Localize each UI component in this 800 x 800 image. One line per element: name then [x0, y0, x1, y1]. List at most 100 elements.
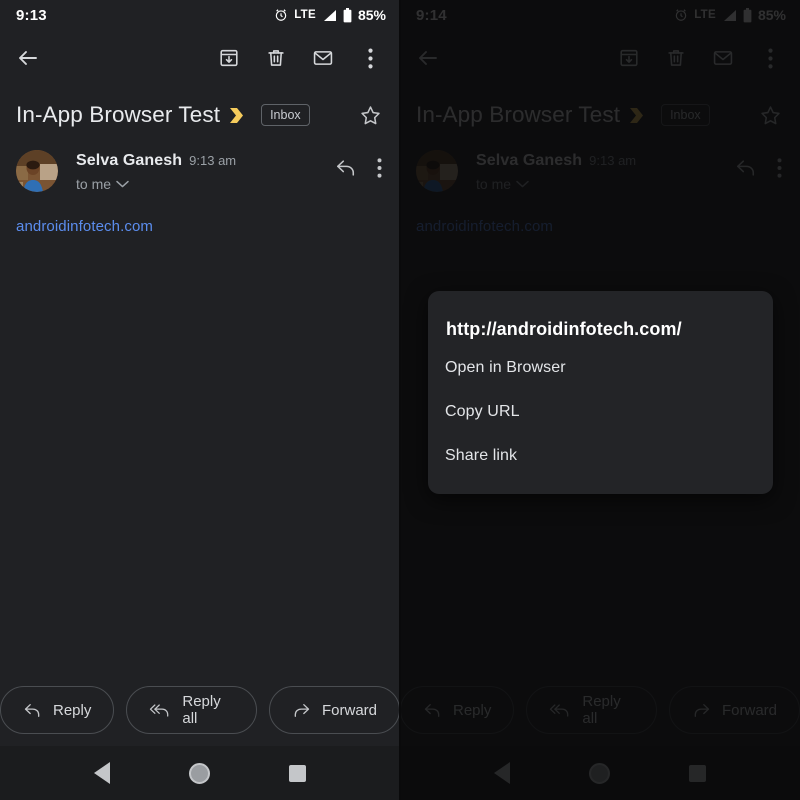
sender-row: Selva Ganesh 9:13 am to me: [0, 134, 400, 192]
dialog-item-open-in-browser[interactable]: Open in Browser: [428, 346, 773, 390]
recipient-line[interactable]: to me: [76, 176, 236, 192]
nav-back-icon[interactable]: [493, 762, 510, 784]
sender-name[interactable]: Selva Ganesh: [76, 152, 182, 170]
more-vertical-icon[interactable]: [756, 44, 784, 72]
nav-home-icon[interactable]: [588, 762, 610, 784]
archive-icon[interactable]: [215, 44, 243, 72]
status-bar: 9:14 LTE 85%: [400, 0, 800, 30]
battery-percent-label: 85%: [357, 7, 386, 23]
sender-meta: Selva Ganesh 9:13 am to me: [476, 150, 636, 192]
label-chip-inbox[interactable]: Inbox: [661, 104, 710, 126]
android-nav-bar: [400, 746, 800, 800]
dialog-url-title: http://androidinfotech.com/: [446, 319, 682, 339]
alarm-icon: [674, 8, 688, 22]
reply-action-bar: Reply Reply all Forward: [0, 674, 400, 746]
battery-icon: [743, 7, 752, 23]
reply-all-button[interactable]: Reply all: [526, 686, 657, 734]
toolbar-actions: [615, 44, 788, 72]
subject-row: In-App Browser Test Inbox: [0, 86, 400, 134]
back-arrow-icon[interactable]: [414, 44, 442, 72]
sender-actions: [735, 150, 786, 178]
more-vertical-icon[interactable]: [777, 158, 782, 178]
avatar[interactable]: [16, 150, 58, 192]
message-body-link[interactable]: androidinfotech.com: [416, 218, 553, 235]
reply-arrow-icon[interactable]: [735, 158, 757, 178]
reply-all-button-label: Reply all: [582, 693, 621, 727]
link-context-dialog: http://androidinfotech.com/ Open in Brow…: [428, 291, 773, 494]
status-bar-time: 9:14: [416, 6, 447, 24]
nav-home-icon[interactable]: [188, 762, 210, 784]
recipient-label: to me: [476, 176, 512, 192]
battery-percent-label: 85%: [757, 7, 786, 23]
star-outline-icon[interactable]: [759, 104, 786, 127]
alarm-icon: [274, 8, 288, 22]
sender-meta: Selva Ganesh 9:13 am to me: [76, 150, 236, 192]
dialog-item-copy-url[interactable]: Copy URL: [428, 390, 773, 434]
reply-button[interactable]: Reply: [400, 686, 515, 734]
forward-button-label: Forward: [321, 701, 377, 719]
status-bar-icons: LTE 85%: [274, 7, 386, 23]
star-outline-icon[interactable]: [359, 104, 386, 127]
label-chip-inbox[interactable]: Inbox: [261, 104, 310, 126]
network-type-label: LTE: [694, 9, 716, 21]
nav-back-icon[interactable]: [93, 762, 110, 784]
reply-all-icon: [149, 702, 171, 719]
trash-icon[interactable]: [662, 44, 690, 72]
dialog-item-share-link[interactable]: Share link: [428, 434, 773, 478]
forward-button[interactable]: Forward: [268, 686, 400, 734]
reply-all-button-label: Reply all: [182, 693, 221, 727]
right-screen: 9:14 LTE 85% In-App Browser Test Inbox S…: [400, 0, 800, 800]
app-toolbar: [0, 30, 400, 86]
reply-button[interactable]: Reply: [0, 686, 115, 734]
important-chevron-icon[interactable]: [229, 107, 249, 124]
forward-button[interactable]: Forward: [668, 686, 800, 734]
message-body: androidinfotech.com: [0, 192, 400, 236]
sender-row: Selva Ganesh 9:13 am to me: [400, 134, 800, 192]
app-toolbar: [400, 30, 800, 86]
back-arrow-icon[interactable]: [14, 44, 42, 72]
more-vertical-icon[interactable]: [356, 44, 384, 72]
reply-button-label: Reply: [453, 701, 492, 719]
message-body: androidinfotech.com: [400, 192, 800, 236]
recipient-line[interactable]: to me: [476, 176, 636, 192]
status-bar: 9:13 LTE 85%: [0, 0, 400, 30]
status-bar-icons: LTE 85%: [674, 7, 786, 23]
page-title: In-App Browser Test: [416, 102, 621, 127]
sender-name[interactable]: Selva Ganesh: [476, 152, 582, 170]
page-title: In-App Browser Test: [16, 102, 221, 127]
sender-line: Selva Ganesh 9:13 am: [476, 152, 636, 170]
nav-recents-icon[interactable]: [689, 764, 707, 782]
reply-arrow-icon[interactable]: [335, 158, 357, 178]
message-body-link[interactable]: androidinfotech.com: [16, 218, 153, 235]
toolbar-actions: [215, 44, 388, 72]
archive-icon[interactable]: [615, 44, 643, 72]
trash-icon[interactable]: [262, 44, 290, 72]
dual-screenshot-stage: 9:13 LTE 85% In-App Browser Test Inbox S…: [0, 0, 800, 800]
signal-icon: [322, 9, 337, 22]
left-screen: 9:13 LTE 85% In-App Browser Test Inbox S…: [0, 0, 400, 800]
signal-icon: [722, 9, 737, 22]
battery-icon: [343, 7, 352, 23]
sender-timestamp: 9:13 am: [589, 153, 637, 168]
forward-icon: [292, 702, 311, 719]
chevron-down-icon[interactable]: [516, 180, 529, 188]
reply-icon: [23, 702, 42, 719]
forward-icon: [692, 702, 711, 719]
panel-divider: [399, 0, 401, 800]
more-vertical-icon[interactable]: [377, 158, 382, 178]
mail-icon[interactable]: [709, 44, 737, 72]
status-bar-time: 9:13: [16, 6, 47, 24]
sender-timestamp: 9:13 am: [189, 153, 237, 168]
recipient-label: to me: [76, 176, 112, 192]
reply-icon: [423, 702, 442, 719]
avatar[interactable]: [416, 150, 458, 192]
mail-icon[interactable]: [309, 44, 337, 72]
network-type-label: LTE: [294, 9, 316, 21]
nav-recents-icon[interactable]: [289, 764, 307, 782]
android-nav-bar: [0, 746, 400, 800]
chevron-down-icon[interactable]: [116, 180, 129, 188]
reply-all-icon: [549, 702, 571, 719]
reply-button-label: Reply: [53, 701, 92, 719]
reply-all-button[interactable]: Reply all: [126, 686, 257, 734]
important-chevron-icon[interactable]: [629, 107, 649, 124]
